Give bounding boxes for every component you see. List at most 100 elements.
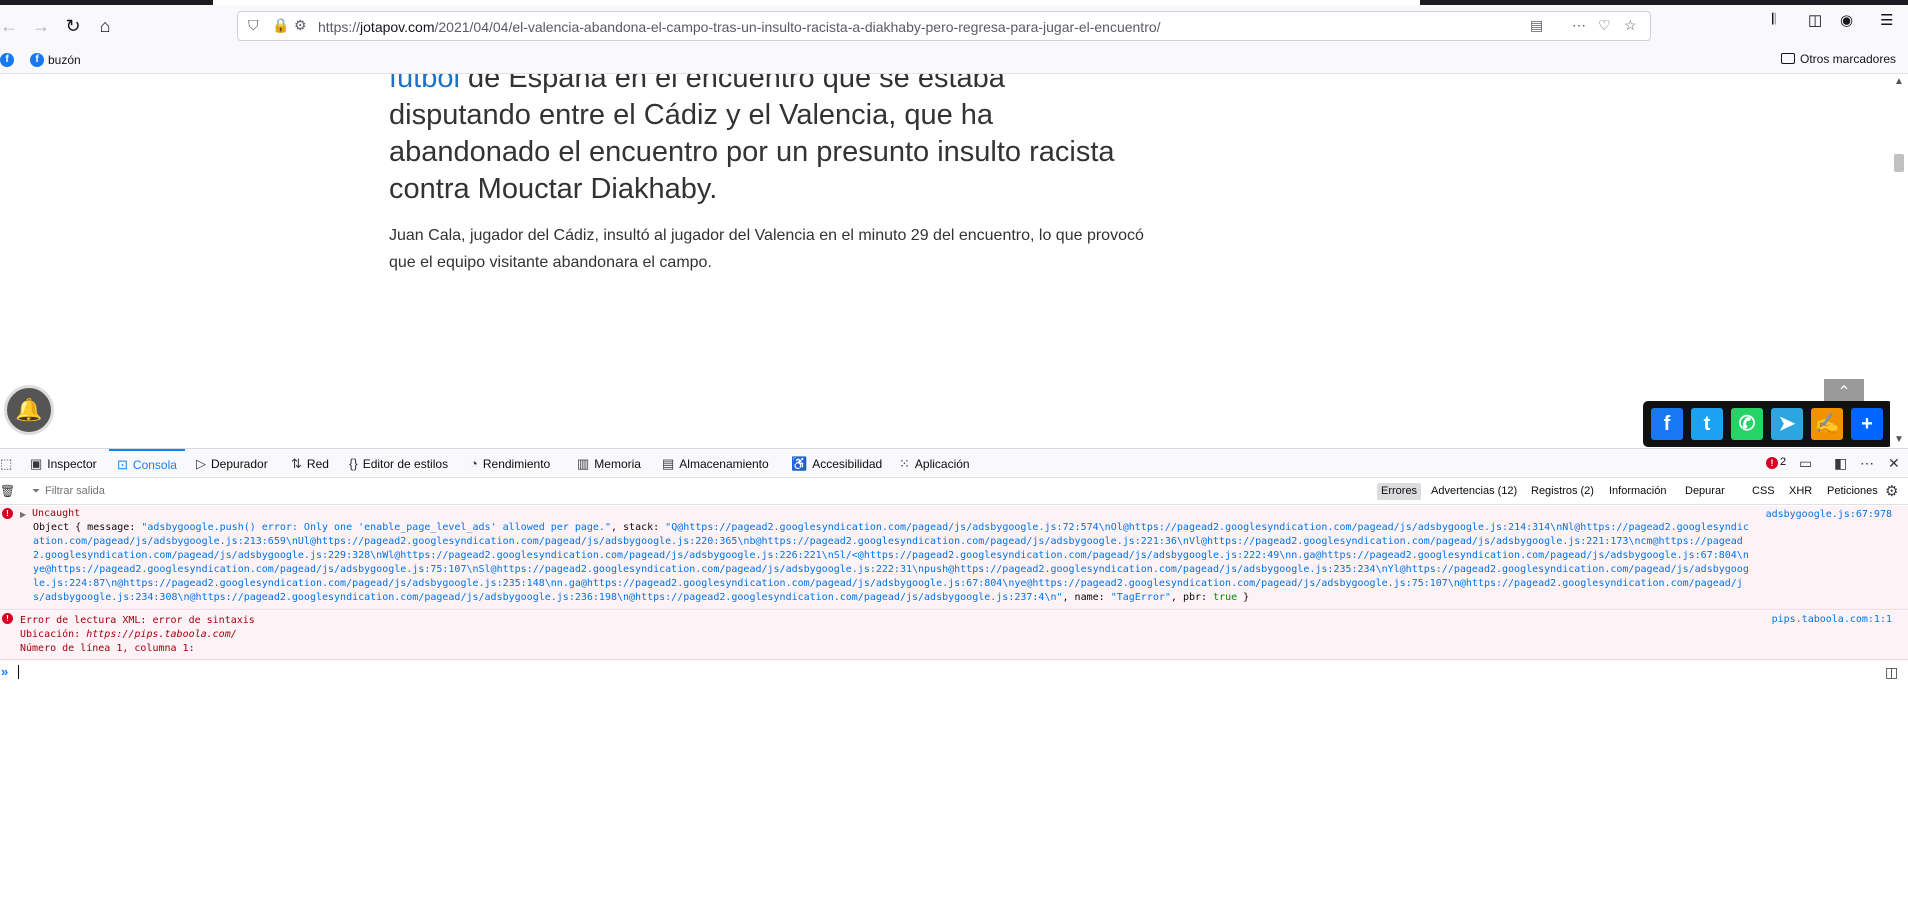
- tab-red[interactable]: ⇅ Red: [291, 449, 329, 478]
- accessibility-icon: ♿: [791, 456, 808, 471]
- tab-inspector[interactable]: ▣ Inspector: [30, 449, 97, 478]
- back-icon[interactable]: ←: [0, 13, 22, 39]
- filter-errores[interactable]: Errores: [1377, 483, 1422, 500]
- bookmarks-toolbar: f f buzón Otros marcadores: [0, 46, 1908, 74]
- tab-depurador[interactable]: ▷ Depurador: [196, 449, 268, 478]
- tab-aplicacion-label: Aplicación: [914, 457, 970, 471]
- folder-icon: [1781, 53, 1795, 64]
- more-share-icon[interactable]: +: [1851, 408, 1883, 440]
- tab-almacenamiento[interactable]: ▤ Almacenamiento: [662, 449, 769, 478]
- other-bookmarks[interactable]: Otros marcadores: [1781, 52, 1896, 66]
- error-icon: !: [1766, 457, 1778, 469]
- object-start: Object { message:: [33, 522, 142, 533]
- message-source-link[interactable]: adsbygoogle.js:67:978: [1766, 508, 1892, 522]
- xml-error-line: Error de lectura XML: error de sintaxis: [20, 615, 255, 626]
- library-icon[interactable]: 𝄃: [1772, 11, 1775, 28]
- tab-almacenamiento-label: Almacenamiento: [679, 457, 769, 471]
- url-text[interactable]: https://jotapov.com/2021/04/04/el-valenc…: [318, 19, 1161, 35]
- tab-aplicacion[interactable]: ⁙ Aplicación: [899, 449, 970, 478]
- console-empty-area[interactable]: [0, 683, 1908, 908]
- home-icon[interactable]: ⌂: [92, 13, 118, 39]
- network-icon: ⇅: [291, 456, 302, 471]
- tab-editor-estilos[interactable]: {} Editor de estilos: [349, 449, 448, 478]
- sidebar-icon[interactable]: ◫: [1808, 11, 1822, 29]
- url-bar[interactable]: ⛉ 🔒 ⚙ https://jotapov.com/2021/04/04/el-…: [237, 11, 1651, 41]
- scrollbar-thumb[interactable]: [1894, 154, 1904, 172]
- console-filter-bar: 🗑 ⏷ Filtrar salida Errores Advertencias (…: [0, 478, 1908, 505]
- tab-consola-label: Consola: [132, 458, 177, 472]
- tab-accesibilidad[interactable]: ♿ Accesibilidad: [791, 449, 882, 478]
- page-actions-icon[interactable]: ⋯: [1572, 17, 1586, 34]
- page-content: fútbol de España en el encuentro que se …: [0, 74, 1908, 448]
- close-devtools-icon[interactable]: ✕: [1888, 455, 1900, 472]
- tab-consola[interactable]: ⊡ Consola: [109, 449, 185, 478]
- error-icon: !: [2, 613, 13, 624]
- filter-peticiones[interactable]: Peticiones: [1823, 483, 1882, 500]
- console-settings-icon[interactable]: ⚙: [1885, 482, 1898, 500]
- inspector-icon: ▣: [30, 456, 43, 471]
- location-value: https://pips.taboola.com/: [86, 629, 237, 640]
- console-error-message: ! ▶ Uncaught adsbygoogle.js:67:978 Objec…: [0, 506, 1908, 610]
- facebook-bookmark-icon[interactable]: f: [0, 53, 14, 67]
- devtools-options-icon[interactable]: ⋯: [1860, 455, 1874, 472]
- console-error-message: ! Error de lectura XML: error de sintaxi…: [0, 611, 1908, 660]
- filter-output-input[interactable]: ⏷ Filtrar salida: [32, 485, 105, 497]
- xml-error-text: Error de lectura XML: error de sintaxis …: [20, 614, 255, 656]
- responsive-design-icon[interactable]: ▭: [1799, 455, 1812, 472]
- uncaught-label: Uncaught: [32, 508, 81, 519]
- tab-rendimiento[interactable]: ◔ Rendimiento: [470, 449, 550, 478]
- bookmark-buzon[interactable]: buzón: [48, 53, 81, 67]
- element-picker-icon[interactable]: ⬚: [0, 449, 17, 478]
- filter-xhr[interactable]: XHR: [1785, 483, 1816, 500]
- bookmark-star-icon[interactable]: ☆: [1624, 17, 1637, 34]
- filter-css[interactable]: CSS: [1748, 483, 1779, 500]
- debugger-icon: ▷: [196, 456, 206, 471]
- pocket-icon[interactable]: ♡: [1598, 17, 1611, 34]
- stack-label: , stack:: [610, 522, 666, 533]
- dock-toggle-icon[interactable]: ◧: [1834, 455, 1847, 472]
- notification-bell-icon[interactable]: 🔔: [4, 385, 54, 435]
- filter-advertencias[interactable]: Advertencias (12): [1427, 483, 1521, 500]
- permissions-icon[interactable]: ⚙: [294, 17, 307, 34]
- filter-placeholder: Filtrar salida: [45, 485, 105, 497]
- twitter-share-icon[interactable]: t: [1691, 408, 1723, 440]
- menu-icon[interactable]: ☰: [1880, 11, 1893, 29]
- console-icon: ⊡: [117, 457, 128, 472]
- meneame-share-icon[interactable]: ✍: [1811, 408, 1843, 440]
- url-host: jotapov.com: [360, 19, 435, 35]
- reload-icon[interactable]: ↻: [60, 13, 86, 39]
- message-source-link[interactable]: pips.taboola.com:1:1: [1772, 613, 1892, 627]
- tab-accesibilidad-label: Accesibilidad: [812, 457, 883, 471]
- name-label: , name:: [1062, 592, 1111, 603]
- filter-informacion[interactable]: Información: [1605, 483, 1670, 500]
- reader-view-icon[interactable]: ▤: [1530, 17, 1543, 34]
- lock-icon[interactable]: 🔒: [272, 17, 289, 34]
- console-input[interactable]: » ◫: [0, 661, 1908, 683]
- forward-icon[interactable]: →: [28, 13, 54, 39]
- scroll-down-icon[interactable]: ▼: [1894, 434, 1904, 445]
- futbol-link[interactable]: fútbol: [389, 74, 460, 94]
- tab-memoria[interactable]: ▥ Memoria: [577, 449, 641, 478]
- performance-icon: ◔: [470, 456, 478, 471]
- console-prompt-icon: »: [1, 664, 9, 679]
- editor-mode-icon[interactable]: ◫: [1885, 664, 1898, 681]
- filter-depurar[interactable]: Depurar: [1681, 483, 1729, 500]
- page-scrollbar[interactable]: ▲ ▼: [1890, 74, 1908, 448]
- other-bookmarks-label: Otros marcadores: [1800, 52, 1897, 66]
- object-message: "adsbygoogle.push() error: Only one 'ena…: [141, 522, 611, 533]
- scroll-up-icon[interactable]: ▲: [1894, 76, 1904, 87]
- error-icon: !: [2, 508, 13, 519]
- error-count-badge[interactable]: ! 2: [1766, 456, 1786, 469]
- error-object[interactable]: Object { message: "adsbygoogle.push() er…: [33, 521, 1753, 605]
- tab-editor-label: Editor de estilos: [362, 457, 449, 471]
- telegram-share-icon[interactable]: ➤: [1771, 408, 1803, 440]
- facebook-share-icon[interactable]: f: [1651, 408, 1683, 440]
- facebook-favicon-icon: f: [30, 53, 44, 67]
- filter-registros[interactable]: Registros (2): [1527, 483, 1598, 500]
- clear-console-icon[interactable]: 🗑: [0, 484, 15, 498]
- account-icon[interactable]: ◉: [1840, 11, 1853, 29]
- article-lead-paragraph: fútbol de España en el encuentro que se …: [389, 74, 1149, 208]
- whatsapp-share-icon[interactable]: ✆: [1731, 408, 1763, 440]
- tracking-shield-icon[interactable]: ⛉: [248, 17, 259, 34]
- style-editor-icon: {}: [349, 456, 358, 471]
